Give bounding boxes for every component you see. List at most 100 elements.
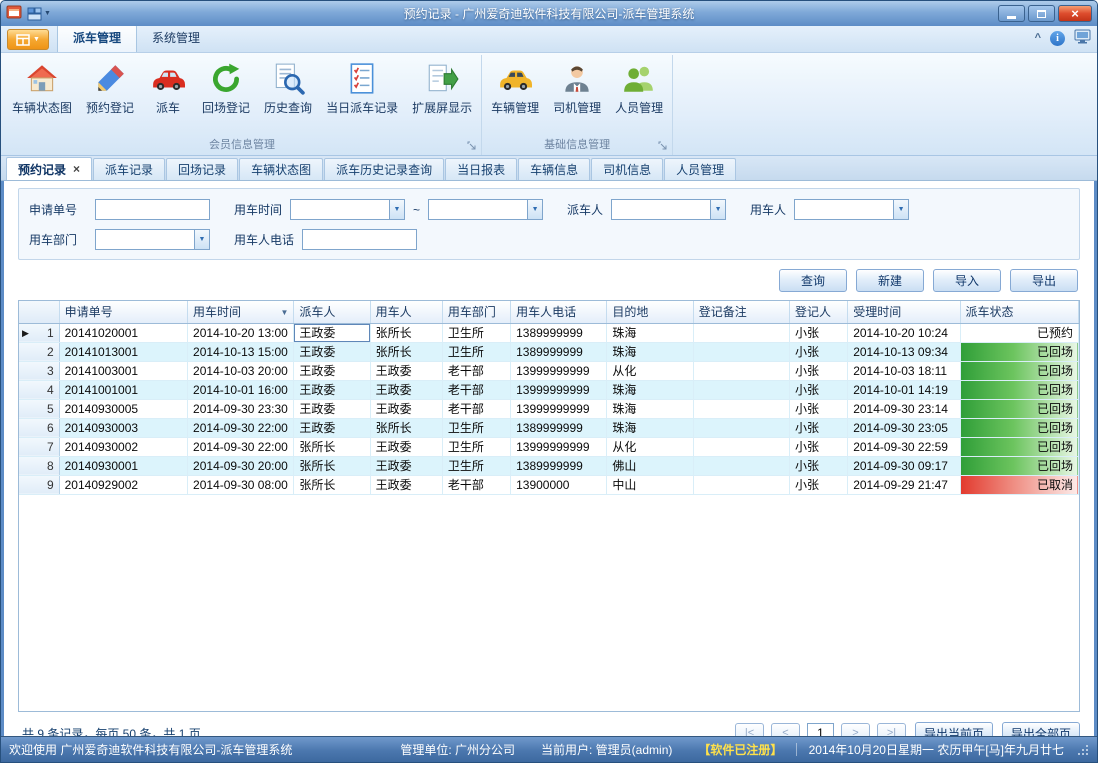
cell-registrar[interactable]: 小张: [790, 456, 848, 475]
minimize-button[interactable]: [998, 5, 1025, 22]
cell-apply-no[interactable]: 20140930005: [59, 399, 187, 418]
tab-return-records[interactable]: 回场记录: [166, 158, 238, 180]
cell-registrar[interactable]: 小张: [790, 323, 848, 342]
cell-accept-time[interactable]: 2014-09-30 23:05: [848, 418, 960, 437]
cell-phone[interactable]: 1389999999: [511, 323, 607, 342]
cell-user[interactable]: 王政委: [370, 475, 442, 494]
cell-status[interactable]: 已回场: [960, 399, 1078, 418]
cell-registrar[interactable]: 小张: [790, 399, 848, 418]
cell-dispatcher[interactable]: 王政委: [294, 399, 370, 418]
cell-dept[interactable]: 卫生所: [442, 437, 510, 456]
cell-use-time[interactable]: 2014-09-30 23:30: [188, 399, 294, 418]
cell-use-time[interactable]: 2014-09-30 20:00: [188, 456, 294, 475]
cell-status[interactable]: 已回场: [960, 361, 1078, 380]
cell-status[interactable]: 已回场: [960, 380, 1078, 399]
cell-accept-time[interactable]: 2014-10-03 18:11: [848, 361, 960, 380]
cell-user[interactable]: 王政委: [370, 437, 442, 456]
table-row[interactable]: 2201410130012014-10-13 15:00王政委张所长卫生所138…: [19, 342, 1079, 361]
table-row[interactable]: 8201409300012014-09-30 20:00张所长王政委卫生所138…: [19, 456, 1079, 475]
cell-user[interactable]: 张所长: [370, 418, 442, 437]
cell-dest[interactable]: 佛山: [607, 456, 693, 475]
cell-accept-time[interactable]: 2014-10-13 09:34: [848, 342, 960, 361]
cell-note[interactable]: [693, 456, 789, 475]
cell-dept[interactable]: 卫生所: [442, 418, 510, 437]
new-button[interactable]: 新建: [856, 269, 924, 292]
cell-registrar[interactable]: 小张: [790, 361, 848, 380]
cell-accept-time[interactable]: 2014-09-30 09:17: [848, 456, 960, 475]
cell-phone[interactable]: 13999999999: [511, 361, 607, 380]
cell-registrar[interactable]: 小张: [790, 342, 848, 361]
chevron-down-icon[interactable]: ▼: [527, 200, 542, 219]
table-row[interactable]: 4201410010012014-10-01 16:00王政委王政委老干部139…: [19, 380, 1079, 399]
cell-note[interactable]: [693, 361, 789, 380]
cell-dept[interactable]: 老干部: [442, 380, 510, 399]
ribbon-button-extended-screen[interactable]: 扩展屏显示: [405, 55, 479, 120]
cell-use-time[interactable]: 2014-10-20 13:00: [188, 323, 294, 342]
cell-dest[interactable]: 珠海: [607, 323, 693, 342]
col-dept[interactable]: 用车部门: [442, 301, 510, 323]
cell-status[interactable]: 已预约: [960, 323, 1078, 342]
ribbon-tab-dispatch-management[interactable]: 派车管理: [57, 24, 137, 52]
cell-apply-no[interactable]: 20140929002: [59, 475, 187, 494]
cell-use-time[interactable]: 2014-09-30 22:00: [188, 418, 294, 437]
cell-status[interactable]: 已回场: [960, 418, 1078, 437]
cell-user[interactable]: 王政委: [370, 380, 442, 399]
tab-driver-info[interactable]: 司机信息: [591, 158, 663, 180]
row-selector[interactable]: 6: [19, 418, 59, 437]
cell-dept[interactable]: 卫生所: [442, 342, 510, 361]
ribbon-button-today-dispatch-records[interactable]: 当日派车记录: [319, 55, 405, 120]
prev-page-button[interactable]: <: [771, 723, 800, 737]
cell-dest[interactable]: 珠海: [607, 342, 693, 361]
registration-status-link[interactable]: 【软件已注册】: [698, 741, 782, 758]
cell-dispatcher[interactable]: 张所长: [294, 456, 370, 475]
chevron-down-icon[interactable]: ▼: [710, 200, 725, 219]
row-selector[interactable]: 3: [19, 361, 59, 380]
cell-phone[interactable]: 13900000: [511, 475, 607, 494]
tab-vehicle-status-map[interactable]: 车辆状态图: [239, 158, 323, 180]
user-select[interactable]: ▼: [794, 199, 909, 220]
ribbon-button-history-query[interactable]: 历史查询: [257, 55, 319, 120]
cell-dest[interactable]: 珠海: [607, 399, 693, 418]
cell-apply-no[interactable]: 20140930003: [59, 418, 187, 437]
cell-status[interactable]: 已回场: [960, 437, 1078, 456]
table-row[interactable]: 9201409290022014-09-30 08:00张所长王政委老干部139…: [19, 475, 1079, 494]
export-current-page-button[interactable]: 导出当前页: [915, 722, 993, 736]
cell-status[interactable]: 已回场: [960, 456, 1078, 475]
cell-apply-no[interactable]: 20141013001: [59, 342, 187, 361]
cell-use-time[interactable]: 2014-10-03 20:00: [188, 361, 294, 380]
row-selector[interactable]: 5: [19, 399, 59, 418]
col-registrar[interactable]: 登记人: [790, 301, 848, 323]
cell-dept[interactable]: 卫生所: [442, 323, 510, 342]
tab-personnel-manage[interactable]: 人员管理: [664, 158, 736, 180]
tab-vehicle-info[interactable]: 车辆信息: [518, 158, 590, 180]
chevron-down-icon[interactable]: ▼: [389, 200, 404, 219]
last-page-button[interactable]: >|: [877, 723, 906, 737]
col-phone[interactable]: 用车人电话: [511, 301, 607, 323]
row-selector[interactable]: 8: [19, 456, 59, 475]
help-icon[interactable]: i: [1050, 31, 1065, 46]
cell-note[interactable]: [693, 342, 789, 361]
cell-phone[interactable]: 1389999999: [511, 456, 607, 475]
ribbon-button-reservation-register[interactable]: 预约登记: [79, 55, 141, 120]
ribbon-button-return-register[interactable]: 回场登记: [195, 55, 257, 120]
cell-phone[interactable]: 13999999999: [511, 437, 607, 456]
row-selector[interactable]: 7: [19, 437, 59, 456]
ribbon-button-driver-manage[interactable]: 司机管理: [546, 55, 608, 120]
page-input[interactable]: [807, 723, 834, 736]
cell-dest[interactable]: 中山: [607, 475, 693, 494]
cell-accept-time[interactable]: 2014-09-30 22:59: [848, 437, 960, 456]
ribbon-button-dispatch[interactable]: 派车: [141, 55, 195, 120]
cell-phone[interactable]: 1389999999: [511, 342, 607, 361]
cell-dept[interactable]: 老干部: [442, 475, 510, 494]
next-page-button[interactable]: >: [841, 723, 870, 737]
col-destination[interactable]: 目的地: [607, 301, 693, 323]
cell-dept[interactable]: 卫生所: [442, 456, 510, 475]
tab-dispatch-history-query[interactable]: 派车历史记录查询: [324, 158, 444, 180]
cell-dispatcher[interactable]: 王政委: [294, 418, 370, 437]
table-row[interactable]: ▶1201410200012014-10-20 13:00王政委张所长卫生所13…: [19, 323, 1079, 342]
cell-apply-no[interactable]: 20140930001: [59, 456, 187, 475]
cell-dest[interactable]: 珠海: [607, 380, 693, 399]
cell-note[interactable]: [693, 399, 789, 418]
table-row[interactable]: 6201409300032014-09-30 22:00王政委张所长卫生所138…: [19, 418, 1079, 437]
cell-phone[interactable]: 1389999999: [511, 418, 607, 437]
